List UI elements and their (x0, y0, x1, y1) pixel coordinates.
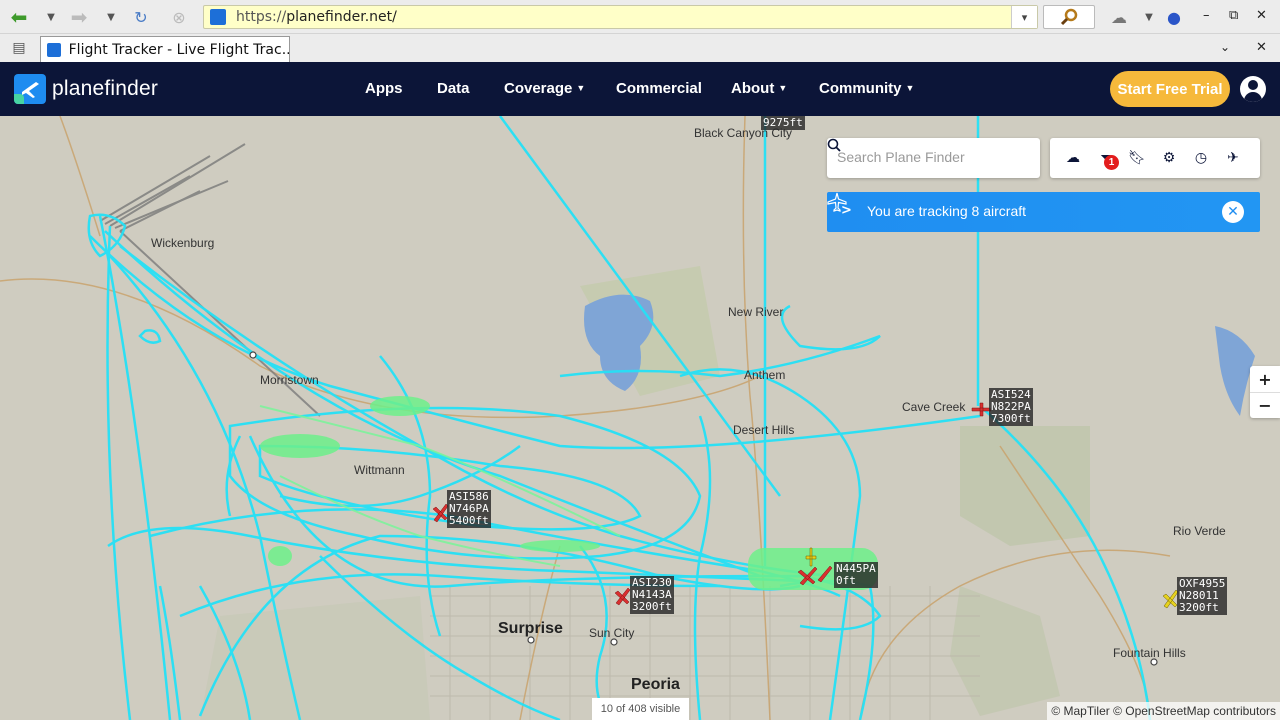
settings-gear-icon[interactable]: ⚙ (1159, 148, 1179, 168)
search-icon[interactable] (827, 138, 841, 152)
url-text[interactable]: https://planefinder.net/ (236, 9, 397, 25)
zoom-control: + − (1250, 366, 1280, 418)
close-window-icon[interactable]: ✕ (1256, 8, 1267, 23)
zoom-out-button[interactable]: − (1250, 392, 1280, 418)
tracking-banner[interactable]: > You are tracking 8 aircraft ✕ (827, 192, 1260, 232)
tabs-dropdown-icon[interactable]: ⌄ (1220, 40, 1230, 54)
place-label: Cave Creek (902, 400, 966, 414)
nav-apps-label: Apps (365, 80, 403, 97)
nav-about[interactable]: About ▼ (731, 80, 787, 97)
aircraft-label[interactable]: N445PA 0ft (834, 562, 878, 588)
visible-aircraft-count: 10 of 408 visible (592, 698, 689, 720)
place-label: Peoria (631, 676, 680, 693)
aircraft-label[interactable]: OXF4955 N28011 3200ft (1177, 577, 1228, 615)
chevron-down-icon: ▼ (778, 83, 788, 93)
minimize-icon[interactable]: – (1203, 8, 1210, 23)
nav-commercial-label: Commercial (616, 80, 702, 97)
bookmark-icon[interactable]: 🔖︎ (1127, 148, 1147, 168)
planefinder-logo[interactable]: planefinder (14, 74, 158, 104)
tab-title: Flight Tracker - Live Flight Trac... (68, 41, 289, 58)
map-attribution[interactable]: © MapTiler © OpenStreetMap contributors (1047, 702, 1280, 720)
aircraft-label[interactable]: ASI524 N822PA 7300ft (989, 388, 1033, 426)
close-tab-icon[interactable]: ✕ (1256, 40, 1267, 55)
site-header: planefinder Apps Data Coverage ▼ Commerci… (0, 62, 1280, 116)
chevron-down-icon: ▼ (576, 83, 586, 93)
nav-data[interactable]: Data (437, 80, 470, 97)
nav-coverage-label: Coverage (504, 80, 573, 97)
account-icon[interactable] (1240, 76, 1266, 102)
map-toolbar: ☁ ⏷ 🔖︎ ⚙ ◷ ✈ (1050, 138, 1260, 178)
place-label: Wickenburg (151, 236, 215, 250)
search-input[interactable] (837, 146, 1007, 168)
place-label: Surprise (498, 620, 563, 637)
url-host: planefinder.net/ (286, 9, 397, 25)
tracking-text: You are tracking 8 aircraft (867, 203, 1027, 219)
stop-icon[interactable]: ⊗ (168, 6, 190, 28)
magnifier-icon (1060, 8, 1078, 26)
place-label: Desert Hills (733, 423, 795, 437)
place-label: Morristown (260, 373, 319, 387)
start-free-trial-button[interactable]: Start Free Trial (1110, 71, 1230, 107)
forward-arrow-icon[interactable]: ➡ (68, 5, 90, 29)
browser-toolbar: ⬅ ▼ ➡ ▼ ↻ ⊗ https://planefinder.net/ ▾ ☁… (0, 0, 1280, 34)
tab-flight-tracker[interactable]: Flight Tracker - Live Flight Trac... (40, 36, 290, 62)
plane-logo-icon (14, 74, 46, 104)
forward-history-chevron-icon[interactable]: ▼ (100, 6, 122, 28)
aircraft-tracking-icon[interactable]: ✈ (1223, 148, 1243, 168)
aircraft-label[interactable]: ASI230 N4143A 3200ft (630, 576, 674, 614)
nav-about-label: About (731, 80, 775, 97)
aircraft-label[interactable]: ASI586 N746PA 5400ft (447, 490, 491, 528)
reload-icon[interactable]: ↻ (130, 6, 152, 28)
place-label: New River (728, 305, 784, 319)
nav-community[interactable]: Community ▼ (819, 80, 914, 97)
nav-community-label: Community (819, 80, 902, 97)
flight-map[interactable]: Black Canyon City Wickenburg New River A… (0, 116, 1280, 720)
tab-bar: ▤ Flight Tracker - Live Flight Trac... ⌄… (0, 34, 1280, 62)
search-button[interactable] (1043, 5, 1095, 29)
aircraft-altitude: 5400ft (449, 514, 489, 527)
url-history-dropdown-icon[interactable]: ▾ (1011, 6, 1037, 28)
place-label: Fountain Hills (1113, 646, 1186, 660)
history-clock-icon[interactable]: ◷ (1191, 148, 1211, 168)
url-scheme: https:// (236, 9, 287, 25)
aircraft-altitude: 7300ft (991, 412, 1031, 425)
tab-favicon-icon (47, 42, 61, 57)
back-history-chevron-icon[interactable]: ▼ (40, 6, 62, 28)
aircraft-altitude: 3200ft (1179, 601, 1219, 614)
nav-commercial[interactable]: Commercial (616, 80, 702, 97)
site-favicon-icon (210, 9, 226, 25)
place-label: Rio Verde (1173, 524, 1226, 538)
map-search (827, 138, 1040, 178)
zoom-in-button[interactable]: + (1250, 366, 1280, 392)
place-label: Anthem (744, 368, 786, 382)
aircraft-altitude: 0ft (836, 574, 856, 587)
extensions-icon[interactable]: ☁ (1108, 6, 1130, 28)
aircraft-altitude: 9275ft (763, 116, 803, 129)
plane-icon[interactable] (827, 192, 847, 212)
place-label: Sun City (589, 626, 635, 640)
chevron-down-icon: ▼ (905, 83, 915, 93)
nav-apps[interactable]: Apps (365, 80, 403, 97)
filter-count-badge: 1 (1104, 155, 1119, 170)
aircraft-altitude: 3200ft (632, 600, 672, 613)
extensions-chevron-icon[interactable]: ▼ (1138, 6, 1160, 28)
browser-logo-icon[interactable]: ● (1163, 6, 1185, 28)
nav-data-label: Data (437, 80, 470, 97)
place-label: Wittmann (354, 463, 405, 477)
restore-icon[interactable]: ⧉ (1229, 8, 1238, 23)
tab-list-icon[interactable]: ▤ (8, 37, 30, 59)
nav-coverage[interactable]: Coverage ▼ (504, 80, 585, 97)
close-icon[interactable]: ✕ (1222, 201, 1244, 223)
back-arrow-icon[interactable]: ⬅ (8, 5, 30, 29)
logo-text: planefinder (52, 77, 159, 100)
aircraft-label[interactable]: 9275ft (761, 116, 805, 130)
upload-cloud-icon[interactable]: ☁ (1063, 148, 1083, 168)
address-bar[interactable]: https://planefinder.net/ ▾ (203, 5, 1038, 29)
